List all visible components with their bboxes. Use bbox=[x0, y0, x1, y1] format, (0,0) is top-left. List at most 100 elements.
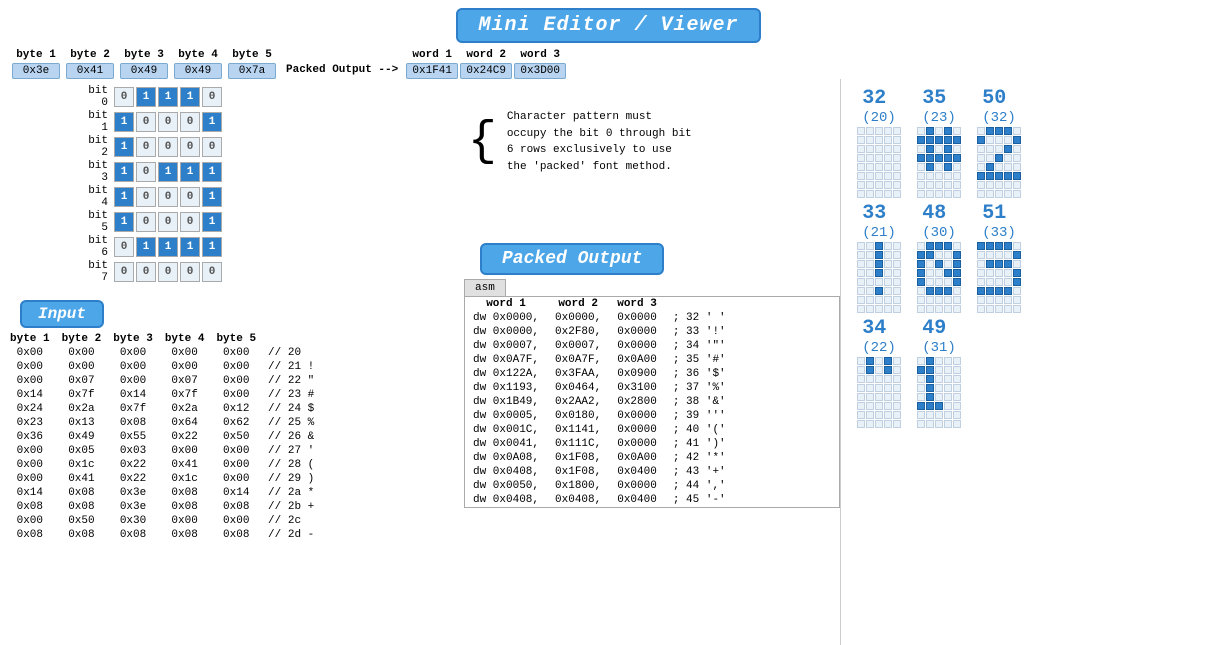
input-cell-r0-c3: 0x00 bbox=[159, 346, 211, 360]
bit-cell-r7-c2[interactable]: 0 bbox=[158, 262, 178, 282]
pixel-50-0 bbox=[977, 127, 985, 135]
bit-cell-r1-c1[interactable]: 0 bbox=[136, 112, 156, 132]
input-cell-r10-c5: // 2a * bbox=[262, 486, 320, 500]
bit-cell-r4-c1[interactable]: 0 bbox=[136, 187, 156, 207]
asm-tab[interactable]: asm bbox=[464, 279, 506, 296]
byte2-input[interactable] bbox=[66, 63, 114, 79]
packed-cell-r6-c2: 0x2800 bbox=[609, 395, 665, 409]
input-cell-r4-c4: 0x12 bbox=[210, 402, 262, 416]
input-cell-r3-c3: 0x7f bbox=[159, 388, 211, 402]
bit-cell-r4-c3[interactable]: 0 bbox=[180, 187, 200, 207]
bit-cell-r4-c4[interactable]: 1 bbox=[202, 187, 222, 207]
bit-cell-r7-c1[interactable]: 0 bbox=[136, 262, 156, 282]
bit-cell-r1-c0[interactable]: 1 bbox=[114, 112, 134, 132]
bit-cell-r5-c1[interactable]: 0 bbox=[136, 212, 156, 232]
word2-input[interactable] bbox=[460, 63, 512, 79]
pixel-34-38 bbox=[884, 420, 892, 428]
input-table-body: 0x000x000x000x000x00// 200x000x000x000x0… bbox=[4, 346, 320, 542]
bit-cell-r6-c3[interactable]: 1 bbox=[180, 237, 200, 257]
bit-cell-r4-c0[interactable]: 1 bbox=[114, 187, 134, 207]
input-table-row: 0x230x130x080x640x62// 25 % bbox=[4, 416, 320, 430]
bit-cell-r0-c3[interactable]: 1 bbox=[180, 87, 200, 107]
bit-cell-r6-c2[interactable]: 1 bbox=[158, 237, 178, 257]
byte1-input[interactable] bbox=[12, 63, 60, 79]
input-cell-r3-c2: 0x14 bbox=[107, 388, 159, 402]
bit-cell-r2-c3[interactable]: 0 bbox=[180, 137, 200, 157]
packed-cell-r9-c2: 0x0000 bbox=[609, 437, 665, 451]
pixel-33-2 bbox=[875, 242, 883, 250]
bit-cell-r3-c1[interactable]: 0 bbox=[136, 162, 156, 182]
bit-cell-r0-c4[interactable]: 0 bbox=[202, 87, 222, 107]
bit-cell-r3-c0[interactable]: 1 bbox=[114, 162, 134, 182]
bit-cell-r4-c2[interactable]: 0 bbox=[158, 187, 178, 207]
pixel-48-6 bbox=[926, 251, 934, 259]
char-pixel-grid-48 bbox=[917, 242, 961, 313]
pixel-33-37 bbox=[875, 305, 883, 313]
char-sub-val: (20) bbox=[862, 110, 896, 126]
bit-cell-r7-c4[interactable]: 0 bbox=[202, 262, 222, 282]
bit-cell-r1-c3[interactable]: 0 bbox=[180, 112, 200, 132]
input-cell-r1-c3: 0x00 bbox=[159, 360, 211, 374]
pixel-48-10 bbox=[917, 260, 925, 268]
bit-cell-r2-c4[interactable]: 0 bbox=[202, 137, 222, 157]
input-cell-r12-c3: 0x00 bbox=[159, 514, 211, 528]
pixel-32-26 bbox=[866, 172, 874, 180]
packed-output-label-container: Packed Output bbox=[480, 243, 840, 275]
pixel-35-33 bbox=[944, 181, 952, 189]
pixel-50-24 bbox=[1013, 163, 1021, 171]
pixel-51-10 bbox=[977, 260, 985, 268]
bit-cell-r2-c2[interactable]: 0 bbox=[158, 137, 178, 157]
bit-cell-r0-c0[interactable]: 0 bbox=[114, 87, 134, 107]
pixel-32-8 bbox=[884, 136, 892, 144]
input-cell-r1-c5: // 21 ! bbox=[262, 360, 320, 374]
pixel-50-6 bbox=[986, 136, 994, 144]
bit-row-6: bit 601111 bbox=[80, 235, 460, 259]
input-cell-r3-c0: 0x14 bbox=[4, 388, 56, 402]
pixel-33-23 bbox=[884, 278, 892, 286]
pixel-49-6 bbox=[926, 366, 934, 374]
bit-cell-r0-c2[interactable]: 1 bbox=[158, 87, 178, 107]
bit-cell-r1-c2[interactable]: 0 bbox=[158, 112, 178, 132]
input-cell-r6-c0: 0x36 bbox=[4, 430, 56, 444]
bit-cell-r3-c3[interactable]: 1 bbox=[180, 162, 200, 182]
byte4-label: byte 4 bbox=[178, 49, 218, 61]
bit-cell-r7-c0[interactable]: 0 bbox=[114, 262, 134, 282]
input-cell-r8-c0: 0x00 bbox=[4, 458, 56, 472]
bit-cell-r5-c4[interactable]: 1 bbox=[202, 212, 222, 232]
pixel-35-19 bbox=[953, 154, 961, 162]
word1-input[interactable] bbox=[406, 63, 458, 79]
pixel-32-38 bbox=[884, 190, 892, 198]
bit-cell-r1-c4[interactable]: 1 bbox=[202, 112, 222, 132]
byte4-input[interactable] bbox=[174, 63, 222, 79]
pixel-51-12 bbox=[995, 260, 1003, 268]
bit-cell-r7-c3[interactable]: 0 bbox=[180, 262, 200, 282]
bit-cell-r2-c0[interactable]: 1 bbox=[114, 137, 134, 157]
center-panel: { Character pattern must occupy the bit … bbox=[460, 79, 840, 645]
word3-input[interactable] bbox=[514, 63, 566, 79]
bit-cell-r3-c2[interactable]: 1 bbox=[158, 162, 178, 182]
bit-row-2: bit 210000 bbox=[80, 135, 460, 159]
input-cell-r13-c2: 0x08 bbox=[107, 528, 159, 542]
pixel-49-31 bbox=[926, 411, 934, 419]
bit-cell-r3-c4[interactable]: 1 bbox=[202, 162, 222, 182]
byte3-input[interactable] bbox=[120, 63, 168, 79]
byte5-input[interactable] bbox=[228, 63, 276, 79]
bit-cell-r5-c2[interactable]: 0 bbox=[158, 212, 178, 232]
bit-cell-r2-c1[interactable]: 0 bbox=[136, 137, 156, 157]
bit-cell-r6-c4[interactable]: 1 bbox=[202, 237, 222, 257]
char-item-48: 48(30) bbox=[917, 202, 961, 313]
bit-cell-r6-c1[interactable]: 1 bbox=[136, 237, 156, 257]
pixel-35-27 bbox=[935, 172, 943, 180]
pixel-48-11 bbox=[926, 260, 934, 268]
bit-cell-r0-c1[interactable]: 1 bbox=[136, 87, 156, 107]
char-item-35: 35(23) bbox=[917, 87, 961, 198]
bit-cell-r5-c0[interactable]: 1 bbox=[114, 212, 134, 232]
pixel-49-2 bbox=[935, 357, 943, 365]
pixel-50-14 bbox=[1013, 145, 1021, 153]
bit-cell-r6-c0[interactable]: 0 bbox=[114, 237, 134, 257]
bit-cell-r5-c3[interactable]: 0 bbox=[180, 212, 200, 232]
pixel-51-7 bbox=[995, 251, 1003, 259]
input-cell-r13-c4: 0x08 bbox=[210, 528, 262, 542]
packed-cell-r5-c1: 0x0464, bbox=[547, 381, 609, 395]
pixel-35-4 bbox=[953, 127, 961, 135]
